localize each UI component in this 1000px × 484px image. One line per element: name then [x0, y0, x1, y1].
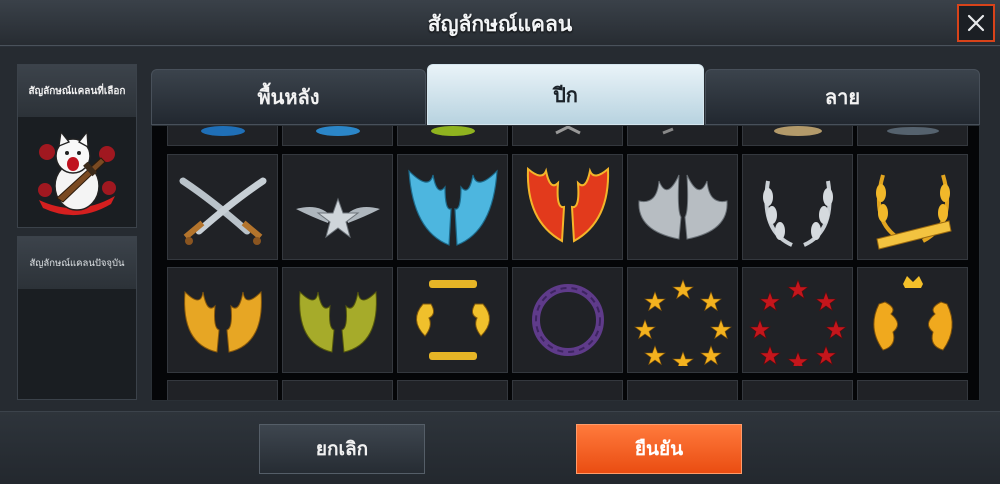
gold-star-ring-icon — [633, 279, 732, 366]
emblem-item[interactable] — [742, 380, 853, 400]
silver-wings-icon — [637, 174, 728, 240]
emblem-item[interactable] — [512, 380, 623, 400]
silver-laurel-icon — [762, 180, 833, 247]
purple-thorn-icon — [531, 284, 604, 356]
emblem-item[interactable] — [167, 380, 278, 400]
current-emblem-preview — [18, 289, 136, 399]
emblem-item[interactable] — [857, 126, 968, 146]
red-wings-icon — [526, 166, 609, 243]
title-bar: สัญลักษณ์แคลน — [0, 0, 1000, 46]
emblem-item-silver-laurel[interactable] — [742, 154, 853, 260]
emblem-item[interactable] — [282, 380, 393, 400]
confirm-button[interactable]: ยืนยัน — [576, 424, 742, 474]
selected-emblem-panel: สัญลักษณ์แคลนที่เลือก — [17, 64, 137, 228]
tab-pattern-label: ลาย — [824, 85, 861, 109]
emblem-item[interactable] — [857, 380, 968, 400]
tab-background[interactable]: พื้นหลัง — [151, 69, 426, 125]
current-emblem-label: สัญลักษณ์แคลนปัจจุบัน — [18, 237, 136, 289]
emblem-item-crossed-swords[interactable] — [167, 154, 278, 260]
emblem-item-gold-star-ring[interactable] — [627, 267, 738, 373]
emblem-item-blue-angel-wings[interactable] — [397, 154, 508, 260]
tab-wings[interactable]: ปีก — [427, 64, 704, 125]
emblem-item[interactable] — [167, 126, 278, 146]
tab-pattern[interactable]: ลาย — [705, 69, 980, 125]
tab-background-label: พื้นหลัง — [257, 85, 320, 109]
gold-laurel-icon — [875, 174, 952, 250]
selected-emblem-label: สัญลักษณ์แคลนที่เลือก — [18, 65, 136, 117]
close-icon — [967, 14, 985, 32]
emblem-item-red-phoenix-wings[interactable] — [512, 154, 623, 260]
emblem-item[interactable] — [742, 126, 853, 146]
emblem-item-silver-feather-wings[interactable] — [627, 154, 738, 260]
emblem-item-gold-flame-crown[interactable] — [857, 267, 968, 373]
emblem-item[interactable] — [282, 126, 393, 146]
emblem-item[interactable] — [397, 126, 508, 146]
cancel-button[interactable]: ยกเลิก — [259, 424, 425, 474]
crossed-swords-icon — [179, 177, 266, 245]
selected-emblem-preview — [18, 117, 136, 227]
emblem-item[interactable] — [397, 380, 508, 400]
emblem-item[interactable] — [627, 126, 738, 146]
silver-star-wings-icon — [295, 197, 380, 239]
emblem-item-olive-wings[interactable] — [282, 267, 393, 373]
dialog-title: สัญลักษณ์แคลน — [427, 12, 573, 36]
tab-wings-label: ปีก — [553, 82, 578, 107]
dialog-footer: ยกเลิก ยืนยัน — [0, 411, 1000, 484]
emblem-item[interactable] — [627, 380, 738, 400]
confirm-button-label: ยืนยัน — [634, 438, 684, 460]
cat-emblem-icon — [38, 130, 116, 216]
cancel-button-label: ยกเลิก — [315, 438, 369, 460]
emblem-item-gold-dragon-frame[interactable] — [397, 267, 508, 373]
olive-wings-icon — [298, 290, 377, 353]
gold-flame-crown-icon — [872, 276, 953, 351]
gold-wings-icon — [183, 290, 262, 353]
clan-emblem-dialog: สัญลักษณ์แคลน สัญลักษณ์แคลนที่เลือก สัญล… — [0, 0, 1000, 484]
red-star-ring-icon — [748, 279, 847, 366]
close-button[interactable] — [957, 4, 995, 42]
emblem-item[interactable] — [512, 126, 623, 146]
gold-dragon-frame-icon — [415, 280, 490, 360]
emblem-category-tabs: พื้นหลัง ปีก ลาย — [151, 64, 980, 125]
blue-wings-icon — [407, 169, 498, 246]
emblem-item-red-star-ring[interactable] — [742, 267, 853, 373]
emblem-item-purple-thorn-ring[interactable] — [512, 267, 623, 373]
current-emblem-panel: สัญลักษณ์แคลนปัจจุบัน — [17, 236, 137, 400]
emblem-item-gold-wings[interactable] — [167, 267, 278, 373]
emblem-grid — [151, 125, 980, 401]
emblem-item-gold-laurel-banner[interactable] — [857, 154, 968, 260]
emblem-item-silver-star-wings[interactable] — [282, 154, 393, 260]
